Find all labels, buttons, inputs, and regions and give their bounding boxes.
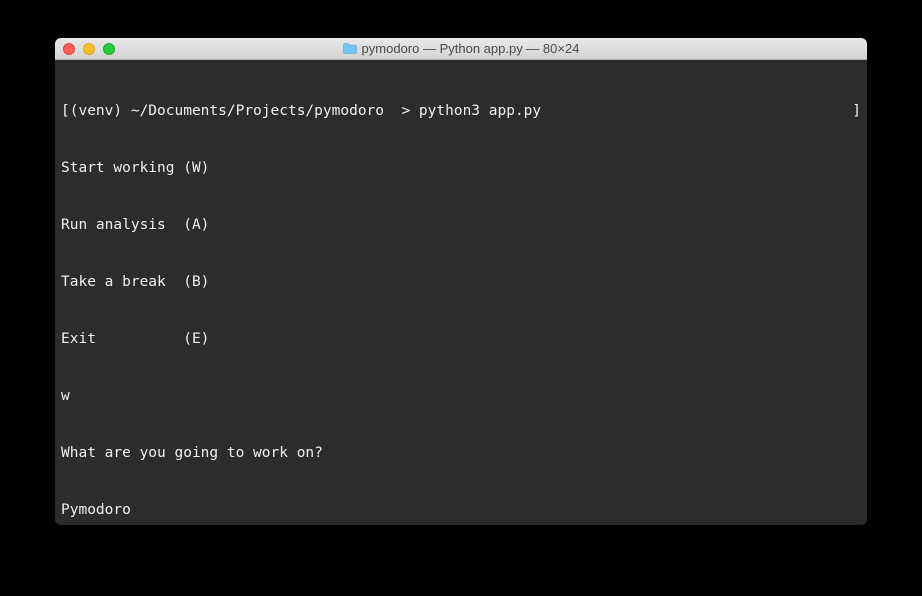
prompt-right-bracket: ] [852, 102, 861, 121]
terminal-line: What are you going to work on? [61, 444, 861, 463]
terminal-body[interactable]: [(venv) ~/Documents/Projects/pymodoro > … [55, 60, 867, 525]
terminal-window: pymodoro — Python app.py — 80×24 [(venv)… [55, 38, 867, 525]
prompt-line: [(venv) ~/Documents/Projects/pymodoro > … [61, 102, 861, 121]
traffic-lights [63, 43, 115, 55]
terminal-line: Take a break (B) [61, 273, 861, 292]
minimize-icon[interactable] [83, 43, 95, 55]
terminal-line: Run analysis (A) [61, 216, 861, 235]
prompt-left-bracket: [ [61, 102, 70, 121]
terminal-line: Exit (E) [61, 330, 861, 349]
folder-icon [343, 43, 357, 54]
title-center: pymodoro — Python app.py — 80×24 [55, 41, 867, 56]
window-title: pymodoro — Python app.py — 80×24 [362, 41, 580, 56]
prompt-text: (venv) ~/Documents/Projects/pymodoro > p… [70, 102, 853, 121]
terminal-line: w [61, 387, 861, 406]
terminal-line: Pymodoro [61, 501, 861, 520]
titlebar: pymodoro — Python app.py — 80×24 [55, 38, 867, 60]
maximize-icon[interactable] [103, 43, 115, 55]
terminal-line: Start working (W) [61, 159, 861, 178]
close-icon[interactable] [63, 43, 75, 55]
